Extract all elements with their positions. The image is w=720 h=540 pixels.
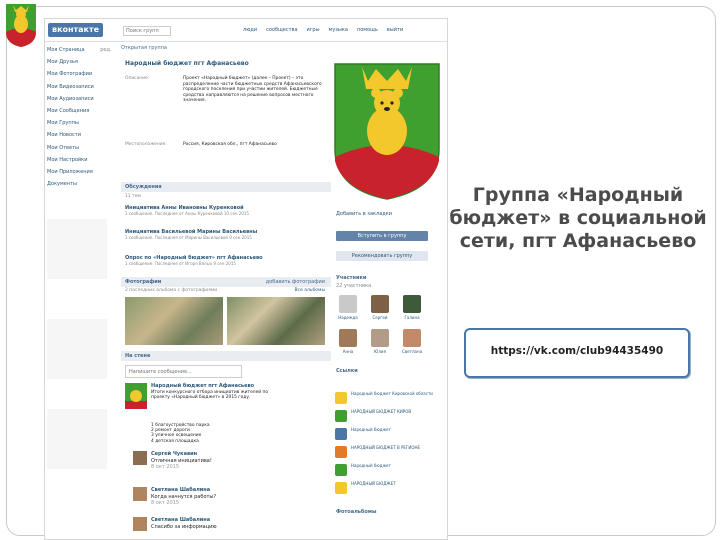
all-albums-link[interactable]: Все альбомы — [294, 288, 325, 293]
menu-photos[interactable]: Мои Фотографии — [47, 68, 111, 80]
coat-of-arms-small — [6, 4, 36, 47]
menu-groups[interactable]: Мои Группы — [47, 117, 111, 129]
menu-messages[interactable]: Мои Сообщения — [47, 105, 111, 117]
info-description: Проект «Народный бюджет» (далее – Проект… — [183, 76, 322, 103]
member[interactable]: Анна — [338, 329, 358, 354]
links-header[interactable]: Ссылки — [336, 368, 358, 374]
photo-albums — [125, 297, 325, 345]
discussions-header[interactable]: Обсуждения — [121, 182, 331, 192]
left-ad-block — [47, 219, 107, 279]
photos-header[interactable]: Фотографии добавить фотографии — [121, 277, 331, 287]
member[interactable]: Юлия — [370, 329, 390, 354]
nav-help[interactable]: помощь — [357, 27, 378, 33]
top-nav: люди сообщества игры музыка помощь выйти — [243, 27, 403, 33]
menu-apps[interactable]: Мои Приложения — [47, 166, 111, 178]
nav-games[interactable]: игры — [307, 27, 320, 33]
breadcrumb[interactable]: Открытая группа — [121, 45, 167, 51]
add-photos-link[interactable]: добавить фотографии — [266, 277, 325, 287]
link-item[interactable]: НАРОДНЫЙ БЮДЖЕТ — [335, 481, 443, 495]
menu-audio[interactable]: Мои Аудиозаписи — [47, 93, 111, 105]
link-item[interactable]: НАРОДНЫЙ БЮДЖЕТ КИРОВ — [335, 409, 443, 423]
coat-of-arms-large — [334, 63, 440, 200]
post-input[interactable] — [125, 365, 242, 378]
member[interactable]: Светлана — [402, 329, 422, 354]
recommend-button[interactable]: Рекомендовать группу — [336, 251, 428, 261]
left-menu: Моя Страница ред. Мои Друзья Мои Фотогра… — [47, 44, 112, 190]
discussion-topic[interactable]: Инициатива Анны Ивановны Куренковой 1 соо… — [125, 205, 325, 216]
post-author[interactable]: Народный бюджет пгт Афанасьево — [151, 383, 254, 389]
discussions-count: 11 тем — [125, 194, 141, 199]
discussion-topic[interactable]: Опрос по «Народный бюджет» пгт Афанасьев… — [125, 255, 325, 266]
menu-friends[interactable]: Мои Друзья — [47, 56, 111, 68]
group-url-link[interactable]: https://vk.com/club94435490 — [466, 345, 688, 357]
post-votes: 1 благоустройство парка 2 ремонт дороги 3 … — [151, 423, 210, 444]
vk-screenshot: вконтакте люди сообщества игры музыка по… — [44, 18, 448, 540]
album-photo[interactable] — [227, 297, 325, 345]
photo-albums-header[interactable]: Фотоальбомы — [336, 509, 376, 515]
info-location: Россия, Кировская обл., пгт Афанасьево — [183, 142, 277, 147]
info-label: Описание: — [125, 76, 150, 81]
link-item[interactable]: Народный бюджет — [335, 463, 443, 477]
avatar[interactable] — [133, 487, 147, 501]
menu-videos[interactable]: Мои Видеозаписи — [47, 81, 111, 93]
wall-header[interactable]: На стене — [121, 351, 331, 361]
url-box: https://vk.com/club94435490 — [464, 328, 690, 378]
members-header[interactable]: Участники — [336, 275, 366, 281]
menu-answers[interactable]: Мои Ответы — [47, 142, 111, 154]
nav-music[interactable]: музыка — [329, 27, 348, 33]
discussion-topic[interactable]: Инициатива Васильевой Марины Васильевны 1… — [125, 229, 325, 240]
avatar[interactable] — [133, 517, 147, 531]
vk-logo[interactable]: вконтакте — [48, 23, 104, 37]
vk-topbar: вконтакте люди сообщества игры музыка по… — [45, 19, 447, 42]
post-avatar-coat-icon[interactable] — [125, 383, 147, 409]
info-label: Местоположение: — [125, 142, 167, 147]
search-input[interactable] — [123, 26, 171, 36]
avatar[interactable] — [133, 451, 147, 465]
album-photo[interactable] — [125, 297, 223, 345]
link-item[interactable]: НАРОДНЫЙ БЮДЖЕТ В РЕГИОНЕ — [335, 445, 443, 459]
add-bookmark-link[interactable]: Добавить в закладки — [336, 211, 392, 217]
photos-sub: 2 последних альбома с фотографиями Все ал… — [125, 288, 325, 293]
group-title: Народный бюджет пгт Афанасьево — [125, 60, 249, 67]
menu-news[interactable]: Мои Новости — [47, 129, 111, 141]
member[interactable]: Сергей — [370, 295, 390, 320]
menu-my-page[interactable]: Моя Страница ред. — [47, 44, 112, 56]
nav-people[interactable]: люди — [243, 27, 257, 33]
left-ad-block — [47, 409, 107, 469]
menu-settings[interactable]: Мои Настройки — [47, 154, 111, 166]
nav-logout[interactable]: выйти — [387, 27, 403, 33]
member[interactable]: Надежда — [338, 295, 358, 320]
post-text: Итоги конкурсного отбора инициатив жител… — [151, 390, 269, 401]
member[interactable]: Галина — [402, 295, 422, 320]
camera-icon — [339, 295, 357, 313]
join-group-button[interactable]: Вступить в группу — [336, 231, 428, 241]
menu-documents[interactable]: Документы — [47, 178, 111, 190]
left-ad-block — [47, 319, 107, 379]
link-item[interactable]: Народный бюджет — [335, 427, 443, 441]
members-count: 22 участника — [336, 283, 372, 289]
link-item[interactable]: Народный бюджет Кировской области — [335, 391, 443, 405]
slide-title: Группа «Народный бюджет» в социальной се… — [449, 184, 707, 252]
nav-communities[interactable]: сообщества — [266, 27, 297, 33]
